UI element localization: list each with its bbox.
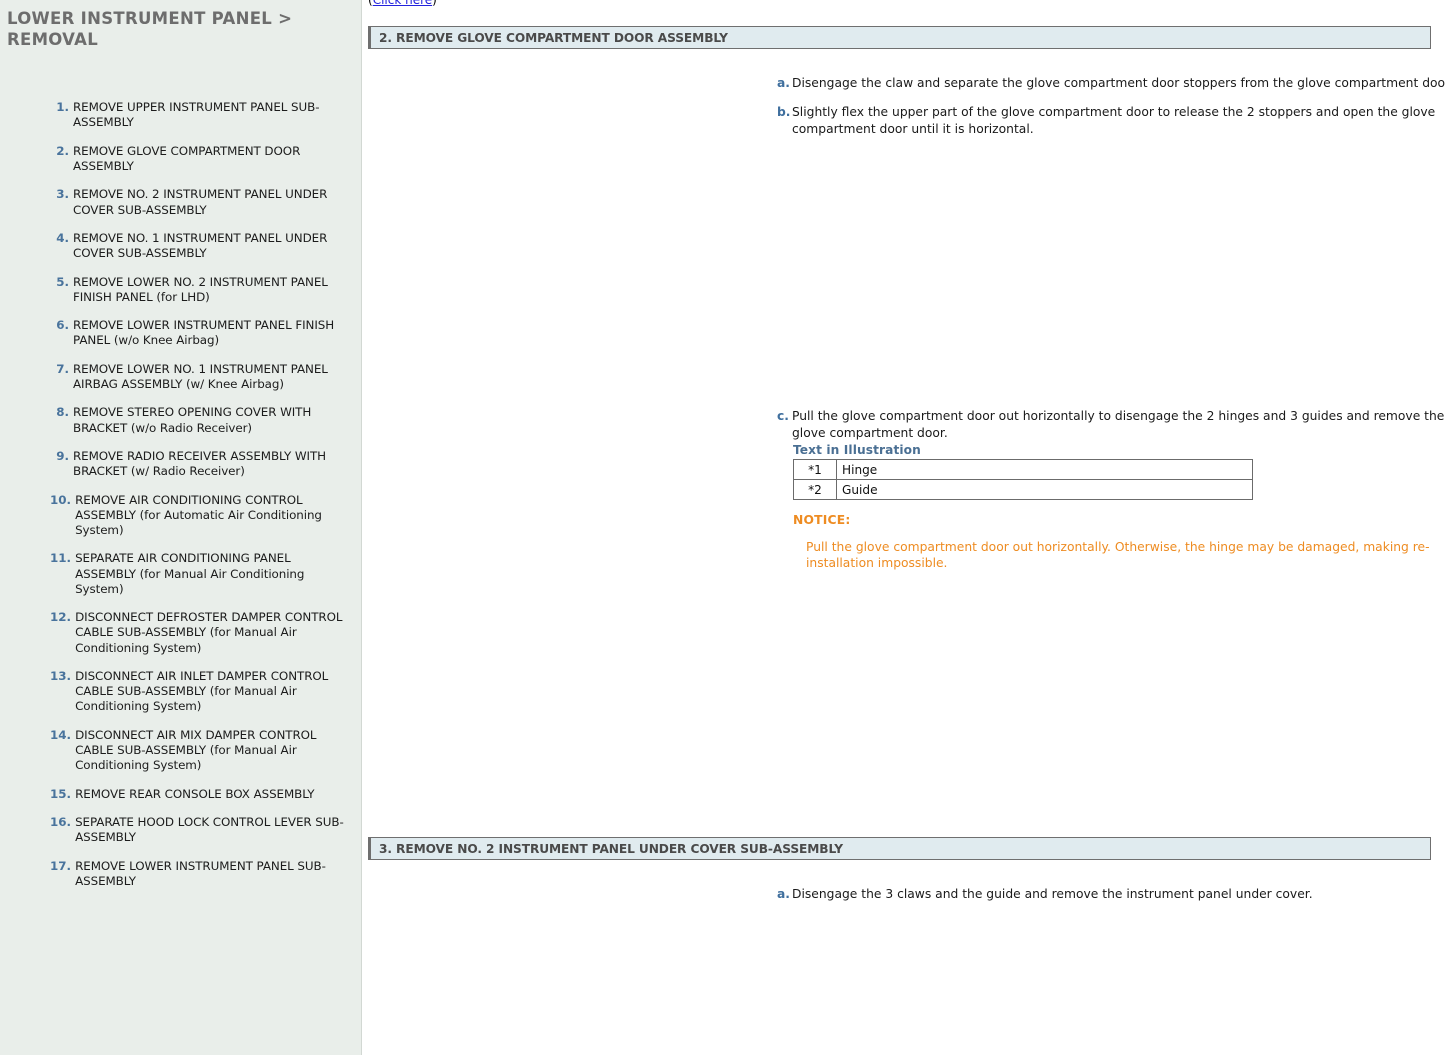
page-root: LOWER INSTRUMENT PANEL > REMOVAL 1. REMO…	[0, 0, 1445, 1055]
sidebar-item-label: REMOVE RADIO RECEIVER ASSEMBLY WITH BRAC…	[73, 448, 327, 479]
sidebar-item-number: 14.	[50, 727, 72, 742]
sidebar-item-label: REMOVE NO. 2 INSTRUMENT PANEL UNDER COVE…	[73, 187, 328, 217]
sidebar: LOWER INSTRUMENT PANEL > REMOVAL 1. REMO…	[0, 0, 362, 1055]
sidebar-item-1[interactable]: 1. REMOVE UPPER INSTRUMENT PANEL SUB-ASS…	[0, 100, 361, 130]
sidebar-item-5[interactable]: 5. REMOVE LOWER NO. 2 INSTRUMENT PANEL F…	[0, 275, 361, 305]
text-in-illustration-label: Text in Illustration	[793, 443, 921, 457]
section-3-header: 3. REMOVE NO. 2 INSTRUMENT PANEL UNDER C…	[368, 837, 1431, 860]
step-marker: c.	[777, 409, 789, 423]
sidebar-item-13[interactable]: 13. DISCONNECT AIR INLET DAMPER CONTROL …	[0, 669, 361, 715]
click-here-suffix: )	[432, 0, 437, 7]
step-3a: a. Disengage the 3 claws and the guide a…	[777, 886, 1445, 903]
sidebar-item-label: SEPARATE AIR CONDITIONING PANEL ASSEMBLY…	[75, 551, 305, 596]
sidebar-item-11[interactable]: 11. SEPARATE AIR CONDITIONING PANEL ASSE…	[0, 551, 361, 597]
sidebar-item-number: 9.	[56, 448, 69, 463]
step-text: Disengage the claw and separate the glov…	[792, 76, 1445, 90]
step-2b: b. Slightly flex the upper part of the g…	[777, 104, 1445, 137]
sidebar-item-label: REMOVE LOWER NO. 2 INSTRUMENT PANEL FINI…	[73, 274, 328, 304]
sidebar-item-number: 12.	[50, 610, 72, 625]
notice-title: NOTICE:	[793, 513, 851, 527]
sidebar-item-14[interactable]: 14. DISCONNECT AIR MIX DAMPER CONTROL CA…	[0, 728, 361, 774]
sidebar-item-number: 1.	[56, 100, 69, 115]
table-cell-key: *1	[793, 459, 837, 480]
table-cell-key: *2	[793, 479, 837, 500]
sidebar-item-label: DISCONNECT AIR MIX DAMPER CONTROL CABLE …	[75, 727, 317, 773]
sidebar-item-label: REMOVE LOWER NO. 1 INSTRUMENT PANEL AIRB…	[73, 361, 328, 391]
sidebar-item-number: 7.	[56, 361, 69, 376]
step-text: Slightly flex the upper part of the glov…	[792, 105, 1436, 136]
table-cell-value: Hinge	[836, 459, 1253, 480]
sidebar-item-8[interactable]: 8. REMOVE STEREO OPENING COVER WITH BRAC…	[0, 405, 361, 435]
main-content: (Click here) 2. REMOVE GLOVE COMPARTMENT…	[362, 0, 1445, 1055]
step-marker: a.	[777, 887, 790, 901]
table-row: *2 Guide	[793, 479, 1253, 500]
sidebar-item-number: 3.	[56, 187, 69, 202]
step-marker: a.	[777, 76, 790, 90]
sidebar-item-number: 6.	[56, 318, 69, 333]
sidebar-item-label: REMOVE REAR CONSOLE BOX ASSEMBLY	[75, 786, 315, 801]
procedure-step-list: 1. REMOVE UPPER INSTRUMENT PANEL SUB-ASS…	[0, 100, 361, 889]
sidebar-item-17[interactable]: 17. REMOVE LOWER INSTRUMENT PANEL SUB-AS…	[0, 859, 361, 889]
step-marker: b.	[777, 105, 791, 119]
click-here-line: (Click here)	[368, 0, 437, 7]
sidebar-item-10[interactable]: 10. REMOVE AIR CONDITIONING CONTROL ASSE…	[0, 493, 361, 539]
table-cell-value: Guide	[836, 479, 1253, 500]
step-2c: c. Pull the glove compartment door out h…	[777, 408, 1445, 441]
step-text: Pull the glove compartment door out hori…	[792, 409, 1445, 440]
sidebar-item-label: REMOVE STEREO OPENING COVER WITH BRACKET…	[73, 405, 312, 435]
sidebar-item-number: 13.	[50, 668, 72, 683]
sidebar-item-number: 11.	[50, 551, 72, 566]
section-2-header: 2. REMOVE GLOVE COMPARTMENT DOOR ASSEMBL…	[368, 26, 1431, 49]
sidebar-item-label: DISCONNECT AIR INLET DAMPER CONTROL CABL…	[75, 668, 329, 714]
sidebar-item-4[interactable]: 4. REMOVE NO. 1 INSTRUMENT PANEL UNDER C…	[0, 231, 361, 261]
sidebar-item-number: 4.	[56, 231, 69, 245]
sidebar-item-label: REMOVE AIR CONDITIONING CONTROL ASSEMBLY…	[75, 492, 322, 537]
sidebar-item-15[interactable]: 15. REMOVE REAR CONSOLE BOX ASSEMBLY	[0, 787, 361, 802]
step-text: Disengage the 3 claws and the guide and …	[792, 887, 1313, 901]
sidebar-item-12[interactable]: 12. DISCONNECT DEFROSTER DAMPER CONTROL …	[0, 610, 361, 656]
sidebar-item-9[interactable]: 9. REMOVE RADIO RECEIVER ASSEMBLY WITH B…	[0, 449, 361, 479]
sidebar-item-3[interactable]: 3. REMOVE NO. 2 INSTRUMENT PANEL UNDER C…	[0, 187, 361, 217]
sidebar-item-number: 15.	[50, 786, 72, 801]
sidebar-item-16[interactable]: 16. SEPARATE HOOD LOCK CONTROL LEVER SUB…	[0, 815, 361, 845]
sidebar-item-label: DISCONNECT DEFROSTER DAMPER CONTROL CABL…	[75, 610, 343, 655]
notice-text: Pull the glove compartment door out hori…	[806, 540, 1430, 570]
sidebar-item-number: 5.	[56, 274, 69, 289]
sidebar-item-2[interactable]: 2. REMOVE GLOVE COMPARTMENT DOOR ASSEMBL…	[0, 144, 361, 174]
sidebar-item-label: REMOVE NO. 1 INSTRUMENT PANEL UNDER COVE…	[73, 231, 328, 261]
table-row: *1 Hinge	[793, 459, 1253, 480]
sidebar-item-number: 2.	[56, 143, 69, 158]
sidebar-item-7[interactable]: 7. REMOVE LOWER NO. 1 INSTRUMENT PANEL A…	[0, 362, 361, 392]
sidebar-item-number: 8.	[56, 405, 69, 420]
sidebar-item-6[interactable]: 6. REMOVE LOWER INSTRUMENT PANEL FINISH …	[0, 318, 361, 348]
click-here-link[interactable]: Click here	[373, 0, 432, 7]
page-title: LOWER INSTRUMENT PANEL > REMOVAL	[7, 9, 293, 50]
text-in-illustration-table: *1 Hinge *2 Guide	[793, 459, 1253, 500]
sidebar-item-label: REMOVE LOWER INSTRUMENT PANEL FINISH PAN…	[73, 318, 335, 348]
sidebar-item-number: 10.	[50, 492, 72, 507]
sidebar-item-label: REMOVE LOWER INSTRUMENT PANEL SUB-ASSEMB…	[75, 858, 326, 888]
sidebar-item-label: SEPARATE HOOD LOCK CONTROL LEVER SUB-ASS…	[75, 814, 344, 845]
sidebar-item-number: 16.	[50, 814, 72, 829]
sidebar-item-label: REMOVE UPPER INSTRUMENT PANEL SUB-ASSEMB…	[73, 100, 320, 130]
sidebar-item-label: REMOVE GLOVE COMPARTMENT DOOR ASSEMBLY	[73, 143, 301, 174]
sidebar-item-number: 17.	[50, 858, 72, 873]
step-2a: a. Disengage the claw and separate the g…	[777, 75, 1445, 92]
